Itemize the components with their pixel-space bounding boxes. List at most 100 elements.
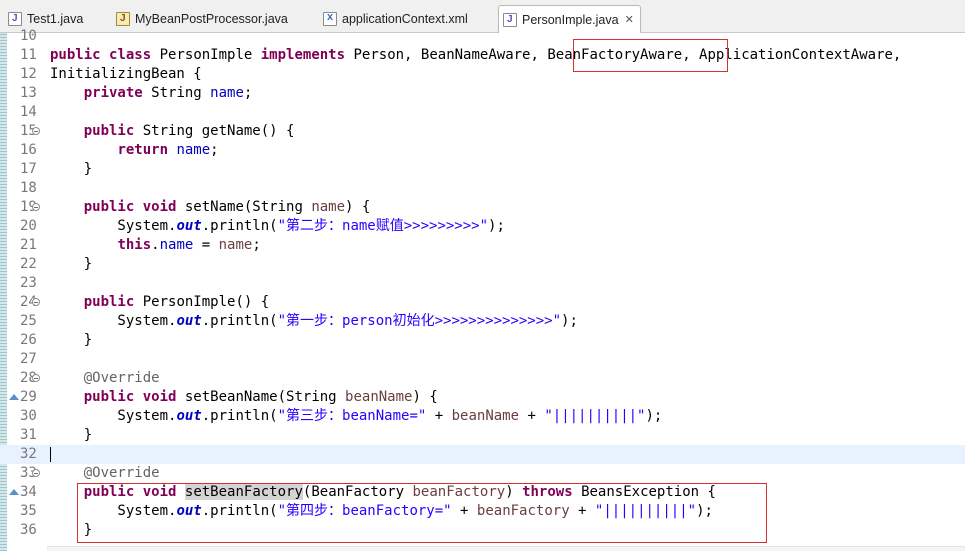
code-token: void bbox=[142, 389, 177, 405]
fold-collapse-icon[interactable] bbox=[32, 203, 40, 211]
code-token: } bbox=[50, 332, 93, 348]
code-token: . bbox=[151, 237, 160, 253]
xml-file-icon bbox=[323, 11, 337, 26]
code-line[interactable]: 24 public PersonImple() { bbox=[0, 293, 965, 312]
code-token: @Override bbox=[83, 465, 160, 481]
code-token: implements bbox=[260, 47, 346, 63]
tab-label: PersonImple.java bbox=[522, 12, 619, 27]
code-line[interactable]: 21 this.name = name; bbox=[0, 236, 965, 255]
code-token: public bbox=[50, 47, 101, 63]
code-line[interactable]: 19 public void setName(String name) { bbox=[0, 198, 965, 217]
tab-label: Test1.java bbox=[27, 12, 84, 26]
code-token: out bbox=[176, 408, 202, 424]
code-text: public void setBeanName(String beanName)… bbox=[50, 388, 438, 407]
code-token: = bbox=[193, 237, 219, 253]
code-token: name bbox=[210, 85, 244, 101]
code-token: void bbox=[142, 199, 177, 215]
code-line[interactable]: 27 bbox=[0, 350, 965, 369]
code-text: } bbox=[50, 160, 92, 179]
java-file-icon bbox=[8, 12, 22, 26]
line-number: 11 bbox=[20, 47, 37, 63]
code-line[interactable]: 26 } bbox=[0, 331, 965, 350]
code-token: @Override bbox=[83, 370, 160, 386]
code-token: this bbox=[117, 237, 152, 253]
highlight-box-setbeanfactory-method bbox=[77, 483, 767, 543]
code-line[interactable]: 30 System.out.println("第三步：beanName=" + … bbox=[0, 407, 965, 426]
code-text: } bbox=[50, 255, 92, 274]
line-number: 30 bbox=[20, 408, 37, 424]
code-text: public void setName(String name) { bbox=[50, 198, 371, 217]
code-token: + bbox=[426, 408, 452, 424]
line-number: 26 bbox=[20, 332, 37, 348]
horizontal-scrollbar[interactable] bbox=[47, 546, 965, 551]
code-token: } bbox=[50, 161, 93, 177]
code-token: "第一步：person初始化>>>>>>>>>>>>>>" bbox=[277, 313, 562, 329]
close-icon[interactable]: ✕ bbox=[625, 13, 634, 26]
text-cursor bbox=[50, 447, 51, 462]
code-token: System. bbox=[50, 408, 177, 424]
code-token: "||||||||||" bbox=[544, 408, 646, 424]
code-token: beanName bbox=[451, 408, 520, 424]
fold-collapse-icon[interactable] bbox=[32, 127, 40, 135]
code-token: beanName bbox=[345, 389, 413, 405]
code-line[interactable]: 23 bbox=[0, 274, 965, 293]
code-text: this.name = name; bbox=[50, 236, 261, 255]
code-token: name bbox=[311, 199, 346, 215]
code-token: PersonImple() { bbox=[134, 294, 270, 310]
code-text: @Override bbox=[50, 369, 160, 388]
code-token: .println( bbox=[201, 218, 278, 234]
code-token: setBeanName(String bbox=[176, 389, 346, 405]
code-text: System.out.println("第一步：person初始化>>>>>>>… bbox=[50, 312, 577, 331]
code-line[interactable]: 15 public String getName() { bbox=[0, 122, 965, 141]
line-number: 18 bbox=[20, 180, 37, 196]
code-token: public bbox=[83, 199, 135, 215]
code-token: ; bbox=[252, 237, 261, 253]
code-text: public PersonImple() { bbox=[50, 293, 269, 312]
code-line[interactable]: 17 } bbox=[0, 160, 965, 179]
code-text: private String name; bbox=[50, 84, 253, 103]
code-line[interactable]: 25 System.out.println("第一步：person初始化>>>>… bbox=[0, 312, 965, 331]
code-line[interactable]: 32 bbox=[0, 445, 965, 464]
code-token: "第三步：beanName=" bbox=[277, 408, 427, 424]
code-line[interactable]: 12 InitializingBean { bbox=[0, 65, 965, 84]
code-line[interactable]: 33 @Override bbox=[0, 464, 965, 483]
code-token: } bbox=[50, 427, 93, 443]
code-line[interactable]: 18 bbox=[0, 179, 965, 198]
code-line[interactable]: 31 } bbox=[0, 426, 965, 445]
code-line[interactable]: 14 bbox=[0, 103, 965, 122]
code-line[interactable]: 28 @Override bbox=[0, 369, 965, 388]
code-line[interactable]: 10 bbox=[0, 27, 965, 46]
line-number: 17 bbox=[20, 161, 37, 177]
code-line[interactable]: 13 private String name; bbox=[0, 84, 965, 103]
code-token: ); bbox=[645, 408, 663, 424]
code-line[interactable]: 16 return name; bbox=[0, 141, 965, 160]
override-marker-icon[interactable] bbox=[9, 394, 19, 400]
line-number: 25 bbox=[20, 313, 37, 329]
fold-collapse-icon[interactable] bbox=[32, 469, 40, 477]
code-text: public String getName() { bbox=[50, 122, 295, 141]
code-token: name bbox=[176, 142, 211, 158]
fold-collapse-icon[interactable] bbox=[32, 298, 40, 306]
code-token: String bbox=[142, 85, 211, 101]
code-line[interactable]: 29 public void setBeanName(String beanNa… bbox=[0, 388, 965, 407]
line-number: 22 bbox=[20, 256, 37, 272]
fold-collapse-icon[interactable] bbox=[32, 374, 40, 382]
code-line[interactable]: 20 System.out.println("第二步：name赋值>>>>>>>… bbox=[0, 217, 965, 236]
code-token: public bbox=[83, 389, 135, 405]
code-token: .println( bbox=[201, 408, 278, 424]
override-marker-icon[interactable] bbox=[9, 489, 19, 495]
code-line[interactable]: 11 public class PersonImple implements Pe… bbox=[0, 46, 965, 65]
code-token: } bbox=[50, 256, 93, 272]
code-token: "第二步：name赋值>>>>>>>>>" bbox=[277, 218, 489, 234]
code-token: .println( bbox=[201, 313, 278, 329]
code-text: System.out.println("第二步：name赋值>>>>>>>>>"… bbox=[50, 217, 504, 236]
code-text: } bbox=[50, 331, 92, 350]
code-text: System.out.println("第三步：beanName=" + bea… bbox=[50, 407, 662, 426]
code-line[interactable]: 22 } bbox=[0, 255, 965, 274]
